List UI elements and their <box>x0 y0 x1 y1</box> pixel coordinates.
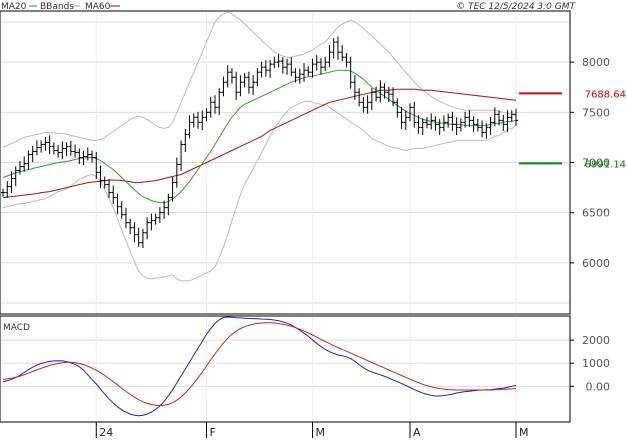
macd-panel-frame <box>0 315 571 423</box>
x-tick-label: A <box>413 426 421 439</box>
level-label: 6991.14 <box>585 159 626 170</box>
chart-canvas: MA20 BBands MA60 © TEC 12/5/2024 3:0 GMT… <box>0 2 626 439</box>
macd-tick-label: 2000 <box>582 334 610 347</box>
price-tick-label: 7500 <box>582 106 610 119</box>
macd-panel-title: MACD <box>3 323 30 333</box>
legend-ma60-label: MA60 <box>85 2 111 12</box>
copyright-text: © TEC 12/5/2024 3:0 GMT <box>456 2 576 12</box>
price-tick-label: 8000 <box>582 56 610 69</box>
legend: MA20 BBands MA60 <box>1 2 120 12</box>
price-tick-label: 6000 <box>582 257 610 270</box>
x-tick-label: 24 <box>99 426 113 439</box>
price-tick-label: 6500 <box>582 207 610 220</box>
x-tick-label: M <box>519 426 529 439</box>
macd-tick-label: 0.00 <box>586 380 611 393</box>
level-label: 7688.64 <box>585 89 626 100</box>
legend-ma20-label: MA20 <box>1 2 27 12</box>
macd-y-axis: 0.00 1000 2000 <box>570 334 610 393</box>
legend-bbands-label: BBands <box>40 2 74 12</box>
x-axis: 24 F M A M <box>95 422 529 439</box>
macd-tick-label: 1000 <box>582 357 610 370</box>
x-tick-label: F <box>210 426 216 439</box>
x-tick-label: M <box>315 426 325 439</box>
